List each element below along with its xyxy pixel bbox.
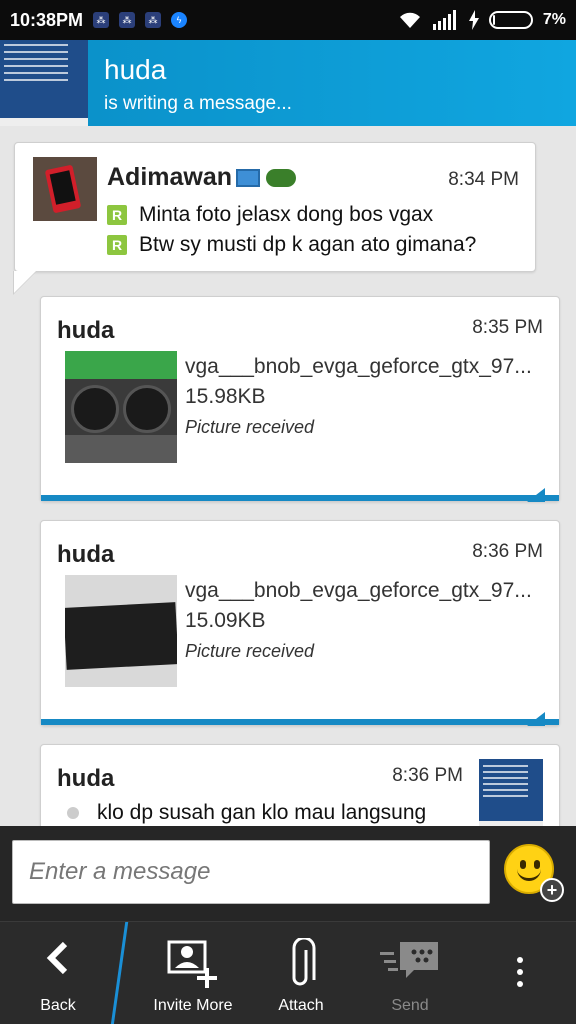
file-name: vga___bnob_evga_geforce_gtx_97...	[185, 579, 532, 602]
message-line: R Btw sy musti dp k agan ato gimana?	[107, 233, 476, 257]
computer-emoji-icon	[236, 169, 261, 187]
status-bar: 10:38PM ⁂ ⁂ ⁂ ϟ 7%	[0, 0, 576, 40]
back-button[interactable]: Back	[0, 922, 116, 1024]
message-accent-bar	[41, 719, 559, 725]
pending-dot-icon	[67, 807, 79, 819]
file-status: Picture received	[185, 417, 315, 437]
attach-label: Attach	[278, 997, 324, 1014]
charging-icon	[468, 10, 479, 30]
file-status: Picture received	[185, 641, 315, 661]
file-name: vga___bnob_evga_geforce_gtx_97...	[185, 355, 532, 378]
message-tail	[527, 488, 545, 502]
message-tail	[527, 712, 545, 726]
incoming-message[interactable]: Adimawan 8:34 PM R Minta foto jelasx don…	[13, 142, 536, 295]
sender-avatar[interactable]	[33, 157, 97, 221]
more-vertical-icon	[517, 957, 523, 987]
file-size: 15.98KB	[185, 385, 266, 408]
message-time: 8:36 PM	[392, 765, 463, 786]
picture-thumbnail[interactable]	[65, 575, 177, 687]
invite-more-button[interactable]: Invite More	[140, 922, 246, 1024]
typing-status: is writing a message...	[104, 93, 292, 114]
picture-message[interactable]: huda 8:35 PM vga___bnob_evga_geforce_gtx…	[40, 296, 560, 502]
overflow-menu-button[interactable]	[500, 922, 540, 1024]
message-line: R Minta foto jelasx dong bos vgax	[107, 203, 433, 227]
message-time: 8:36 PM	[472, 541, 543, 562]
back-label: Back	[40, 997, 76, 1014]
invite-contact-icon	[167, 940, 217, 988]
send-bbm-icon	[380, 942, 438, 978]
contact-avatar[interactable]	[0, 40, 88, 126]
message-time: 8:35 PM	[472, 317, 543, 338]
status-time: 10:38PM	[10, 9, 84, 30]
sender-name: huda	[57, 541, 115, 568]
sender-name: huda	[57, 317, 115, 344]
bottom-toolbar: Back Invite More Attach Send	[0, 921, 576, 1024]
sender-name: Adimawan	[107, 163, 297, 192]
send-button[interactable]: Send	[360, 922, 460, 1024]
bbm-icon: ⁂	[93, 12, 110, 28]
wifi-icon	[399, 12, 420, 28]
paperclip-icon	[292, 938, 316, 986]
invite-more-label: Invite More	[153, 997, 233, 1014]
attach-button[interactable]: Attach	[260, 922, 342, 1024]
file-size: 15.09KB	[185, 609, 266, 632]
back-icon	[46, 941, 68, 975]
read-r-icon: R	[107, 205, 127, 225]
message-accent-bar	[41, 495, 559, 501]
message-time: 8:34 PM	[448, 169, 519, 190]
picture-message[interactable]: huda 8:36 PM vga___bnob_evga_geforce_gtx…	[40, 520, 560, 726]
message-line: klo dp susah gan klo mau langsung	[67, 801, 426, 825]
bbm-icon: ⁂	[119, 12, 136, 28]
chat-header[interactable]: huda is writing a message...	[0, 40, 576, 126]
sender-name: huda	[57, 765, 115, 792]
text-message[interactable]: huda 8:36 PM klo dp susah gan klo mau la…	[40, 744, 560, 826]
compose-bar: +	[0, 826, 576, 921]
battery-percent: 7%	[542, 11, 566, 28]
bbm-icon: ⁂	[145, 12, 162, 28]
send-label: Send	[391, 997, 429, 1014]
signal-icon	[432, 10, 456, 30]
add-emoticon-icon[interactable]: +	[540, 878, 564, 902]
gamepad-emoji-icon	[266, 169, 297, 187]
picture-thumbnail[interactable]	[65, 351, 177, 463]
messenger-icon: ϟ	[171, 12, 188, 28]
contact-name: huda	[104, 54, 167, 85]
battery-level	[492, 15, 496, 25]
status-right: 7%	[397, 10, 566, 30]
message-input[interactable]	[12, 840, 490, 904]
chat-area[interactable]: Adimawan 8:34 PM R Minta foto jelasx don…	[0, 126, 576, 826]
sender-avatar[interactable]	[479, 759, 543, 826]
read-r-icon: R	[107, 235, 127, 255]
battery-icon	[488, 11, 533, 29]
